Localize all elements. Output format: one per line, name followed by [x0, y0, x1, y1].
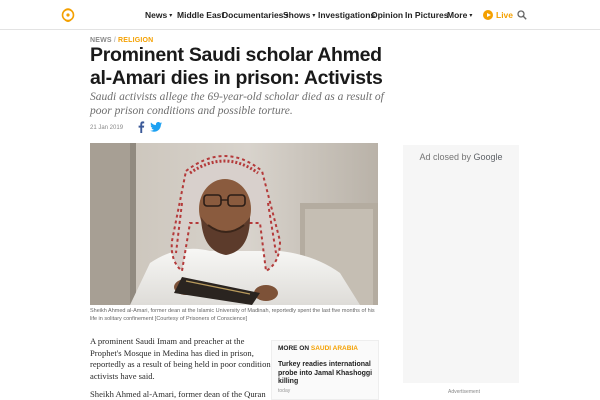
article-date: 21 Jan 2019 [90, 125, 124, 131]
live-button[interactable]: Live [481, 8, 517, 22]
nav-item-opinion[interactable]: Opinion [371, 10, 403, 20]
al-jazeera-logo-icon[interactable] [60, 6, 76, 24]
related-article-time: today [278, 388, 291, 394]
chevron-down-icon: ▾ [169, 13, 173, 19]
article-subtitle: Saudi activists allege the 69-year-old s… [90, 91, 384, 117]
article-paragraph: Sheikh Ahmed al-Amari, former dean of th… [90, 389, 266, 399]
nav-item-documentaries[interactable]: Documentaries ▾ [222, 10, 288, 20]
play-icon [483, 10, 493, 20]
chevron-down-icon: ▾ [312, 13, 316, 19]
article-paragraph: A prominent Saudi Imam and preacher at t… [90, 336, 277, 381]
nav-item-shows[interactable]: Shows ▾ [283, 10, 315, 20]
article-photo-sheikh [90, 143, 378, 305]
breadcrumb-religion-link[interactable]: RELIGION [118, 37, 153, 44]
nav-item-news[interactable]: News ▾ [145, 10, 172, 20]
photo-caption: Sheikh Ahmed al-Amari, former dean at th… [90, 308, 375, 322]
more-on-related-box: MORE ON SAUDI ARABIA Turkey readies inte… [271, 340, 379, 400]
article-title: Prominent Saudi scholar Ahmed al-Amari d… [90, 44, 383, 89]
twitter-icon[interactable] [150, 122, 162, 132]
ad-closed-text: Ad closed by Google [419, 152, 503, 162]
google-brand: Google [473, 152, 503, 162]
advertisement-label: Advertisement [448, 389, 480, 395]
nav-item-more[interactable]: More ▾ [447, 10, 472, 20]
nav-item-investigations[interactable]: Investigations [318, 10, 375, 20]
live-label: Live [496, 10, 514, 20]
nav-item-middle-east[interactable]: Middle East [177, 10, 224, 20]
breadcrumb: NEWS / RELIGION [90, 37, 153, 44]
breadcrumb-news-link[interactable]: NEWS [90, 37, 112, 44]
more-on-heading: MORE ON SAUDI ARABIA [278, 345, 358, 352]
more-on-label: MORE ON [278, 345, 310, 352]
top-navigation-bar: News ▾ Middle East Documentaries ▾ Shows ▾ … [0, 0, 600, 30]
related-article-link[interactable]: Turkey readies international probe into … [278, 361, 376, 387]
search-icon[interactable] [517, 10, 527, 20]
chevron-down-icon: ▾ [469, 13, 473, 19]
more-on-category-link[interactable]: SAUDI ARABIA [311, 345, 358, 352]
facebook-icon[interactable] [137, 121, 145, 133]
advertisement-slot: Ad closed by Google [403, 145, 519, 383]
breadcrumb-separator: / [113, 37, 116, 44]
nav-item-in-pictures[interactable]: In Pictures [405, 10, 448, 20]
